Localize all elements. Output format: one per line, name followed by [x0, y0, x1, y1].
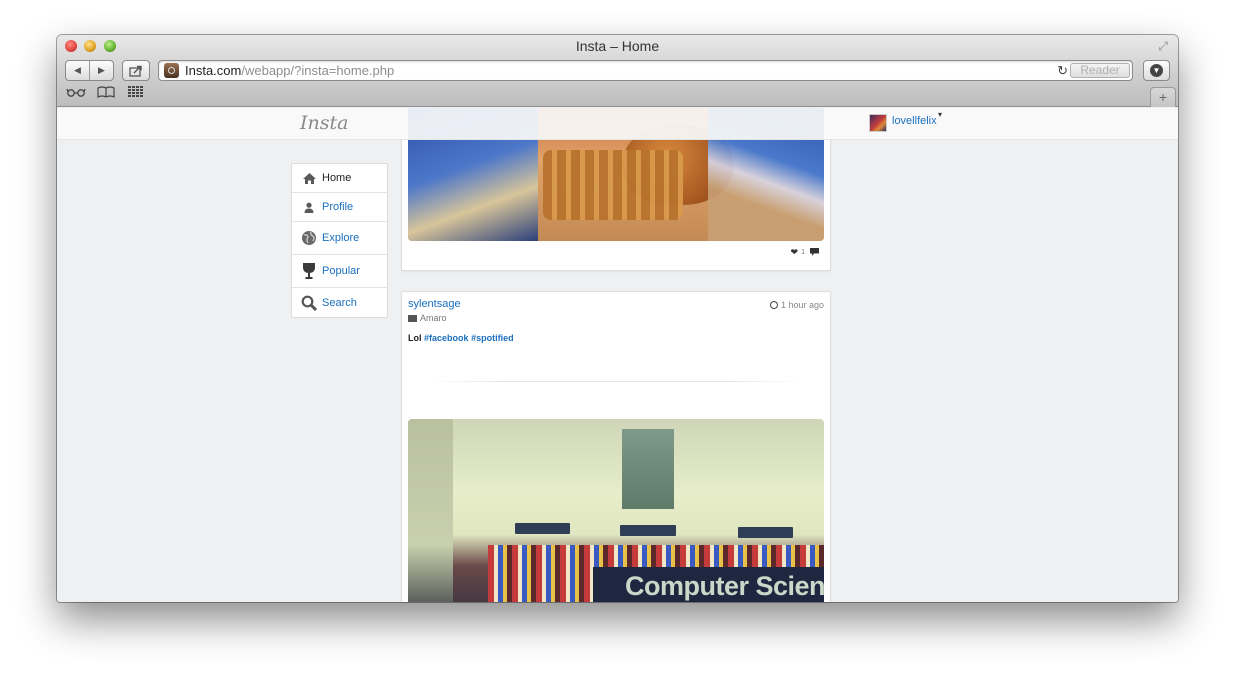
- menu-item-profile[interactable]: Profile: [292, 193, 387, 222]
- downloads-button[interactable]: ▼: [1143, 60, 1170, 81]
- caret-down-icon[interactable]: ▾: [938, 110, 942, 119]
- reading-list-icon[interactable]: [66, 86, 86, 100]
- menu-label-popular: Popular: [322, 265, 360, 277]
- new-tab-button[interactable]: +: [1150, 87, 1176, 107]
- filter-name: Amaro: [420, 313, 447, 323]
- web-page: Insta lovellfelix ▾ Home Profile Explore…: [57, 108, 1178, 602]
- back-forward-group: ◀ ▶: [65, 60, 114, 81]
- url-path: /webapp/?insta=home.php: [241, 63, 395, 78]
- download-arrow-icon: ▼: [1150, 64, 1163, 77]
- hashtag-link[interactable]: #facebook: [424, 333, 469, 343]
- time-text: 1 hour ago: [780, 300, 824, 310]
- reload-icon[interactable]: ↻: [1057, 63, 1068, 79]
- menu-item-search[interactable]: Search: [292, 288, 387, 317]
- post-card: sylentsage Amaro 1 hour ago Lol #faceboo…: [401, 291, 831, 602]
- globe-icon: [301, 230, 317, 246]
- menu-item-explore[interactable]: Explore: [292, 222, 387, 255]
- side-navigation: Home Profile Explore Popular Search: [291, 163, 388, 318]
- site-favicon: [164, 63, 179, 78]
- menu-item-home[interactable]: Home: [292, 164, 387, 193]
- browser-chrome: Insta – Home ⤢ ◀ ▶ Insta.com/webapp/?ins…: [57, 35, 1178, 107]
- heart-icon[interactable]: ❤: [791, 247, 799, 258]
- forward-button[interactable]: ▶: [89, 61, 113, 80]
- photo-region-wall: [408, 419, 453, 602]
- reader-button[interactable]: Reader: [1070, 63, 1130, 78]
- post-photo[interactable]: Computer Science: [408, 419, 824, 602]
- menu-label-search: Search: [322, 296, 357, 309]
- fullscreen-icon[interactable]: ⤢: [1156, 39, 1170, 53]
- clock-icon: [769, 301, 778, 309]
- post-actions: ❤ 1: [791, 247, 819, 258]
- menu-label-home: Home: [322, 172, 352, 184]
- top-sites-grid-icon[interactable]: [128, 86, 144, 101]
- post-filter: Amaro: [408, 313, 447, 323]
- trophy-icon: [301, 263, 317, 279]
- comment-icon[interactable]: [810, 247, 819, 258]
- bookmarks-book-icon[interactable]: [97, 86, 115, 101]
- back-button[interactable]: ◀: [66, 61, 89, 80]
- home-icon: [301, 170, 317, 186]
- current-username[interactable]: lovellfelix: [892, 115, 937, 127]
- share-button[interactable]: [122, 60, 150, 81]
- address-bar[interactable]: Insta.com/webapp/?insta=home.php ↻ Reade…: [158, 60, 1133, 81]
- window-title: Insta – Home: [575, 38, 660, 54]
- photo-region-sign: [515, 523, 570, 534]
- post-time: 1 hour ago: [769, 300, 824, 310]
- site-header: Insta lovellfelix ▾: [57, 108, 1178, 140]
- photo-region-sign: [738, 527, 793, 538]
- magnifier-icon: [301, 295, 317, 311]
- photo-banner-text: Computer Science: [625, 571, 824, 601]
- user-avatar[interactable]: [869, 114, 887, 132]
- photo-region-poster: [622, 429, 674, 509]
- menu-label-profile: Profile: [322, 201, 354, 213]
- image-icon: [408, 314, 417, 322]
- caption-text: Lol: [408, 333, 422, 343]
- likes-count: 1: [801, 249, 805, 256]
- divider: [432, 381, 800, 382]
- photo-region-sign: [620, 525, 676, 536]
- back-arrow-icon: ◀: [74, 65, 81, 75]
- forward-arrow-icon: ▶: [98, 65, 105, 75]
- post-username[interactable]: sylentsage: [408, 298, 461, 310]
- site-logo[interactable]: Insta: [300, 112, 348, 134]
- photo-region-waffle: [543, 150, 683, 220]
- post-caption: Lol #facebook #spotified: [408, 333, 514, 343]
- url-text[interactable]: Insta.com/webapp/?insta=home.php: [185, 63, 394, 79]
- share-icon: [129, 65, 142, 77]
- person-icon: [301, 199, 317, 215]
- hashtag-link[interactable]: #spotified: [471, 333, 514, 343]
- url-host: Insta.com: [185, 63, 242, 78]
- menu-label-explore: Explore: [322, 232, 360, 244]
- photo-feed: ❤ 1 sylentsage Amaro 1 hour ago Lol #fac…: [401, 108, 831, 602]
- menu-item-popular[interactable]: Popular: [292, 255, 387, 288]
- browser-window: Insta – Home ⤢ ◀ ▶ Insta.com/webapp/?ins…: [57, 35, 1178, 602]
